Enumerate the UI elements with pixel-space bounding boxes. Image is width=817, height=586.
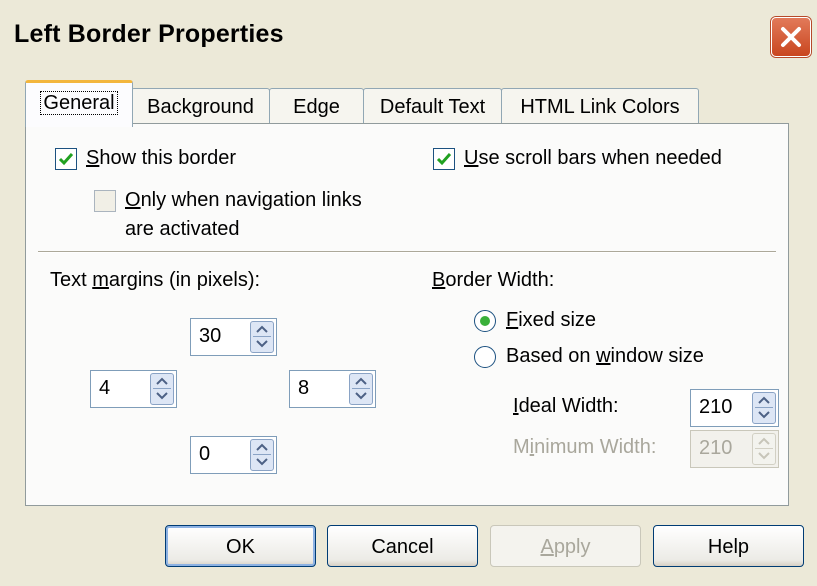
- tab-general-label: General: [40, 91, 118, 115]
- ideal-width-value: 210: [699, 396, 733, 418]
- scroll-bars-label: Use scroll bars when needed: [464, 147, 722, 169]
- minimum-width-label: Minimum Width:: [513, 436, 657, 458]
- margin-bottom-value: 0: [199, 443, 211, 465]
- margin-left-value: 4: [99, 377, 111, 399]
- ideal-width-spinner[interactable]: 210: [690, 389, 779, 427]
- minimum-width-value: 210: [699, 437, 733, 459]
- ideal-width-label: Ideal Width:: [513, 395, 619, 417]
- arrow-up-icon: [256, 443, 268, 451]
- spin-arrows[interactable]: [250, 439, 274, 471]
- arrow-down-icon: [256, 458, 268, 466]
- arrow-down-icon: [758, 452, 770, 460]
- based-on-window-label: Based on window size: [506, 345, 704, 367]
- border-width-label: Border Width:: [432, 269, 555, 291]
- tab-default-text-label: Default Text: [379, 96, 486, 118]
- margin-right-spinner[interactable]: 8: [289, 370, 376, 408]
- margin-bottom-spinner[interactable]: 0: [190, 436, 277, 474]
- tab-html-link-colors[interactable]: HTML Link Colors: [501, 88, 699, 125]
- arrow-up-icon: [156, 377, 168, 385]
- close-button[interactable]: [771, 17, 811, 57]
- apply-button: Apply: [490, 525, 641, 567]
- cancel-button[interactable]: Cancel: [327, 525, 478, 567]
- margin-top-spinner[interactable]: 30: [190, 318, 277, 356]
- tab-default-text[interactable]: Default Text: [363, 88, 502, 125]
- spin-arrows: [752, 433, 776, 465]
- title-bar: Left Border Properties: [0, 0, 817, 78]
- tab-background-label: Background: [147, 96, 254, 118]
- arrow-up-icon: [758, 396, 770, 404]
- tab-edge[interactable]: Edge: [269, 88, 364, 125]
- tab-edge-label: Edge: [293, 96, 340, 118]
- window-title: Left Border Properties: [14, 20, 284, 48]
- fixed-size-label: Fixed size: [506, 309, 597, 331]
- margin-top-value: 30: [199, 325, 222, 347]
- tab-general[interactable]: General: [25, 80, 133, 127]
- text-margins-label: Text margins (in pixels):: [50, 269, 261, 291]
- arrow-up-icon: [355, 377, 367, 385]
- arrow-down-icon: [156, 392, 168, 400]
- arrow-down-icon: [256, 340, 268, 348]
- spin-arrows[interactable]: [349, 373, 373, 405]
- margin-right-value: 8: [298, 377, 310, 399]
- tab-html-link-colors-label: HTML Link Colors: [520, 96, 680, 118]
- checkmark-icon: [58, 153, 74, 166]
- ok-button[interactable]: OK: [165, 525, 316, 567]
- spin-arrows[interactable]: [150, 373, 174, 405]
- margin-left-spinner[interactable]: 4: [90, 370, 177, 408]
- show-border-label: Show this border: [86, 147, 237, 169]
- only-when-nav-label-line2: are activated: [125, 218, 240, 240]
- spin-arrows[interactable]: [752, 392, 776, 424]
- minimum-width-spinner: 210: [690, 430, 779, 468]
- arrow-down-icon: [758, 411, 770, 419]
- arrow-up-icon: [256, 325, 268, 333]
- arrow-up-icon: [758, 437, 770, 445]
- section-divider: [38, 251, 776, 253]
- tab-background[interactable]: Background: [131, 88, 270, 125]
- checkmark-icon: [436, 153, 452, 166]
- help-button[interactable]: Help: [653, 525, 804, 567]
- close-x-icon: [781, 27, 801, 47]
- general-panel: Show this border Only when navigation li…: [25, 123, 789, 506]
- arrow-down-icon: [355, 392, 367, 400]
- spin-arrows[interactable]: [250, 321, 274, 353]
- only-when-nav-label: Only when navigation links: [125, 189, 362, 211]
